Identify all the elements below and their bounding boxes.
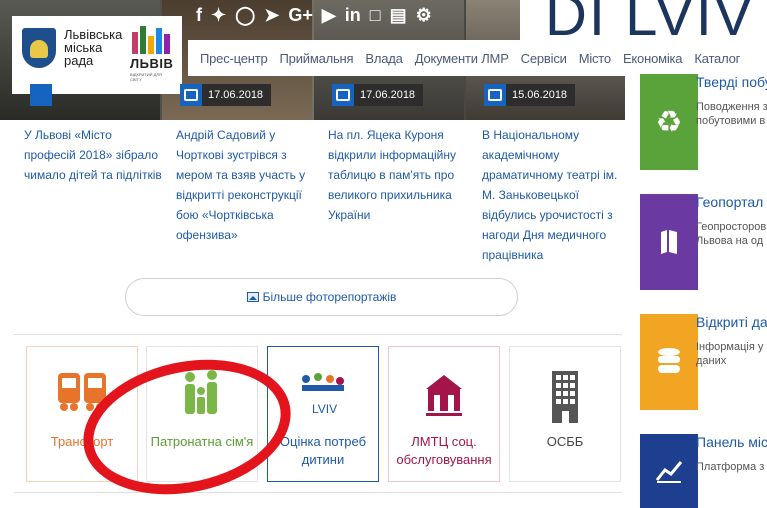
card-description: Поводження з побутовими в	[696, 101, 767, 127]
tile-child-needs[interactable]: LVIV Оцінка потреб дитини	[267, 346, 379, 482]
recycle-icon: ♻	[640, 74, 698, 170]
news-date: 15.06.2018	[512, 89, 568, 101]
card-geoportal[interactable]: Геопортал Л Геопросторов Львова на од	[625, 194, 767, 290]
news-date-badge: 17.06.2018	[180, 84, 272, 106]
twitter-icon[interactable]: ✦	[211, 4, 226, 26]
building-icon	[552, 371, 578, 423]
nav-item-government[interactable]: Влада	[359, 51, 408, 66]
linkedin-icon[interactable]: in	[345, 4, 361, 26]
tile-osbb[interactable]: ОСББ	[509, 346, 621, 482]
news-caption-link[interactable]: На пл. Яцека Куроня відкрили інформаційн…	[328, 125, 468, 225]
card-solid-waste[interactable]: ♻ Тверді побу Поводження з побутовими в	[625, 74, 767, 170]
camera-icon	[332, 84, 354, 106]
main-nav: Прес-центр Приймальня Влада Документи ЛМ…	[188, 40, 767, 76]
flickr-icon[interactable]: □	[370, 4, 381, 26]
tile-foster-family[interactable]: Патронатна сім'я	[146, 346, 258, 482]
news-caption-link[interactable]: В Національному академічному драматичном…	[482, 125, 622, 265]
tile-label: Транспорт	[50, 434, 114, 449]
card-description: Геопросторов Львова на од	[696, 221, 767, 247]
card-description: Платформа з	[696, 461, 765, 473]
youtube-icon[interactable]: ▶	[322, 4, 336, 26]
news-date-badge: 17.06.2018	[332, 84, 424, 106]
site-logo[interactable]: Львівська міська рада ЛЬВІВ ВІДКРИТИЙ ДЛ…	[12, 16, 182, 94]
nav-item-documents[interactable]: Документи ЛМР	[409, 51, 515, 66]
lviv-logo-tagline: ВІДКРИТИЙ ДЛЯ СВІТУ	[130, 72, 162, 82]
facebook-icon[interactable]: f	[196, 4, 202, 26]
tile-label: Оцінка потреб дитини	[279, 434, 367, 467]
map-icon	[640, 194, 698, 290]
camera-icon	[180, 84, 202, 106]
more-photo-reports-button[interactable]: Більше фоторепортажів	[125, 278, 518, 316]
bus-icon	[58, 373, 106, 411]
news-date: 17.06.2018	[360, 89, 416, 101]
news-date-badge: 15.06.2018	[484, 84, 576, 106]
lviv-brand-logo: ЛЬВІВ ВІДКРИТИЙ ДЛЯ СВІТУ	[130, 26, 174, 82]
social-icons: f ✦ ◯ ➤ G+ ▶ in □ ▤ ⚙	[196, 4, 432, 26]
card-title[interactable]: Панель міс	[696, 434, 767, 450]
lviv-child-icon: LVIV	[302, 373, 344, 416]
camera-icon	[30, 84, 52, 106]
lviv-towers-icon	[132, 26, 170, 54]
nav-item-press-center[interactable]: Прес-центр	[188, 51, 274, 66]
tile-transport[interactable]: Транспорт	[26, 346, 138, 482]
coat-of-arms-icon	[22, 28, 56, 68]
family-icon	[185, 370, 217, 414]
tile-social-center[interactable]: ЛМТЦ соц. обслуговування	[388, 346, 500, 482]
city-council-name: Львівська міська рада	[64, 27, 123, 68]
lviv-logo-word: ЛЬВІВ	[130, 56, 174, 71]
nav-item-reception[interactable]: Приймальня	[274, 51, 360, 66]
tile-label: Патронатна сім'я	[150, 434, 254, 449]
section-divider	[14, 334, 622, 335]
camera-icon	[484, 84, 506, 106]
image-icon	[246, 292, 259, 302]
card-title[interactable]: Геопортал Л	[696, 194, 767, 210]
tile-label: ОСББ	[546, 434, 584, 449]
nav-item-services[interactable]: Сервіси	[515, 51, 573, 66]
nav-item-city[interactable]: Місто	[573, 51, 617, 66]
card-open-data[interactable]: Відкриті да Інформація у даних	[625, 314, 767, 410]
card-description: Інформація у даних	[696, 341, 764, 367]
section-divider	[14, 492, 622, 493]
nav-item-catalog[interactable]: Каталог	[688, 51, 746, 66]
tile-label: ЛМТЦ соц. обслуговування	[396, 434, 492, 467]
rss-icon[interactable]: ▤	[390, 4, 407, 26]
google-plus-icon[interactable]: G+	[288, 4, 313, 26]
card-city-dashboard[interactable]: Панель міс Платформа з	[625, 434, 767, 508]
svg-text:LVIV: LVIV	[312, 402, 337, 416]
more-photo-reports-label: Більше фоторепортажів	[262, 290, 397, 304]
chart-line-icon	[640, 434, 698, 508]
card-title[interactable]: Відкриті да	[696, 314, 767, 330]
vk-icon[interactable]: ⚙	[416, 4, 432, 26]
database-icon	[640, 314, 698, 410]
card-title[interactable]: Тверді побу	[696, 74, 767, 90]
telegram-icon[interactable]: ➤	[264, 4, 279, 26]
news-caption-link[interactable]: У Львові «Місто професій 2018» зібрало ч…	[24, 125, 164, 185]
news-date: 17.06.2018	[208, 89, 264, 101]
nav-item-economy[interactable]: Економіка	[617, 51, 688, 66]
news-caption-link[interactable]: Андрій Садовий у Чорткові зустрівся з ме…	[176, 125, 316, 245]
instagram-icon[interactable]: ◯	[235, 4, 255, 26]
social-center-icon	[426, 375, 462, 416]
